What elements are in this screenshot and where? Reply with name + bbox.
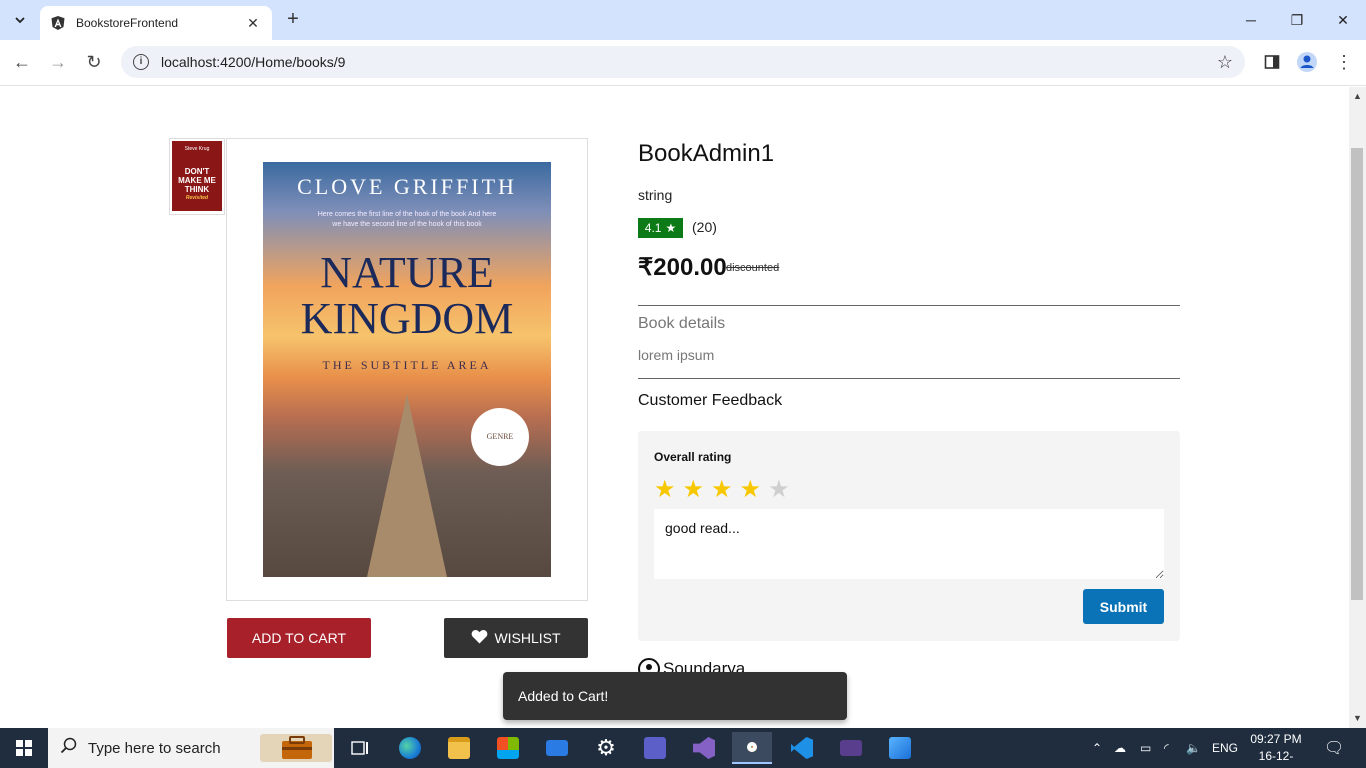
feedback-textarea[interactable]: good read... [654,509,1164,579]
language-indicator[interactable]: ENG [1212,728,1238,768]
cover-subtitle: THE SUBTITLE AREA [322,358,492,372]
new-tab-button[interactable]: + [282,8,304,30]
angular-favicon-icon [51,16,65,30]
rating-count: (20) [692,219,717,235]
rating-value: 4.1 [644,221,662,235]
scrollbar-thumb[interactable] [1351,148,1363,600]
address-bar[interactable]: i localhost:4200/Home/books/9 ☆ [121,46,1245,78]
main-image-frame: CLOVE GRIFFITH Here comes the first line… [226,138,588,601]
side-panel-icon[interactable] [1258,48,1286,76]
book-title: BookAdmin1 [638,140,775,167]
teams-icon[interactable] [635,732,675,764]
clock-time: 09:27 PM [1250,732,1302,746]
star-icon[interactable]: ★ [683,476,705,504]
profile-avatar-icon[interactable] [1293,48,1321,76]
wishlist-label: WISHLIST [494,630,561,646]
terminal-icon[interactable] [831,732,871,764]
cover-path-illustration [367,394,447,577]
scroll-up-icon[interactable]: ▲ [1353,91,1362,101]
cover-title: NATURE KINGDOM [300,248,514,343]
chrome-icon[interactable] [732,732,772,764]
star-icon[interactable]: ★ [740,476,762,504]
discounted-price: discounted [726,262,780,274]
snackbar-toast: Added to Cart! [503,672,847,720]
microsoft-store-icon[interactable] [488,732,528,764]
book-details-heading: Book details [638,315,726,332]
submit-button[interactable]: Submit [1083,589,1164,624]
tab-search-dropdown-icon[interactable] [8,8,32,32]
rating-stars-input[interactable]: ★ ★ ★ ★ ★ [654,476,790,504]
star-icon[interactable]: ★ [711,476,733,504]
onedrive-icon[interactable]: ☁ [1114,728,1126,768]
file-explorer-icon[interactable] [439,732,479,764]
windows-logo-icon [16,740,32,756]
book-cover-image: CLOVE GRIFFITH Here comes the first line… [263,162,551,577]
rating-star-icon: ★ [665,221,677,235]
book-thumbnail[interactable]: Steve Krug DON'T MAKE ME THINK Revisited [169,138,225,215]
thumbnail-cover-image: Steve Krug DON'T MAKE ME THINK Revisited [172,141,222,211]
volume-icon[interactable]: 🔈 [1186,728,1201,768]
clock[interactable]: 09:27 PM 16-12-2023 [1246,731,1306,768]
thumbnail-author: Steve Krug [184,146,210,152]
visual-studio-icon[interactable] [684,732,724,764]
notifications-icon[interactable]: 🗨 [1324,728,1344,768]
reload-icon[interactable]: ↻ [80,48,108,76]
book-author: string [638,187,673,203]
photos-icon[interactable] [880,732,920,764]
book-details-text: lorem ipsum [638,347,715,363]
minimize-icon[interactable]: ─ [1228,0,1274,40]
url-text[interactable]: localhost:4200/Home/books/9 [161,54,1217,70]
thumbnail-title: DON'T MAKE ME THINK [178,167,216,194]
bookmark-star-icon[interactable]: ☆ [1217,52,1233,73]
clock-date: 16-12-2023 [1258,749,1294,768]
tray-chevron-icon[interactable]: ⌃ [1092,728,1102,768]
tab-active[interactable]: BookstoreFrontend ✕ [40,6,272,40]
browser-menu-icon[interactable]: ⋮ [1330,48,1358,76]
book-price: ₹200.00 [638,254,727,281]
star-icon[interactable]: ★ [768,476,790,504]
thumbnail-edition: Revisited [185,195,209,201]
section-divider [638,305,1180,306]
battery-icon[interactable]: ▭ [1140,728,1151,768]
settings-gear-icon[interactable]: ⚙ [586,732,626,764]
tab-close-icon[interactable]: ✕ [244,15,262,32]
search-placeholder: Type here to search [88,739,221,757]
star-icon[interactable]: ★ [654,476,676,504]
feedback-form: Overall rating ★ ★ ★ ★ ★ good read... Submit [638,431,1180,641]
browser-tabstrip: BookstoreFrontend ✕ + ─ ❐ ✕ [0,0,1366,40]
tab-title: BookstoreFrontend [76,16,179,30]
task-view-icon[interactable] [340,732,380,764]
forward-icon[interactable]: → [44,48,72,76]
cover-tagline: Here comes the first line of the hook of… [317,211,497,228]
restore-icon[interactable]: ❐ [1274,0,1320,40]
page-scrollbar[interactable]: ▲ ▼ [1349,87,1366,728]
taskbar-search[interactable]: Type here to search [48,728,334,768]
windows-taskbar: Type here to search ⚙ ⌃ ☁ ▭ ◜ 🔈 ENG 09:2… [0,728,1366,768]
wishlist-button[interactable]: WISHLIST [444,618,588,658]
search-icon [60,737,78,760]
start-button[interactable] [0,728,48,768]
cover-genre-badge: GENRE [471,408,529,466]
close-window-icon[interactable]: ✕ [1320,0,1366,40]
add-to-cart-button[interactable]: ADD TO CART [227,618,371,658]
wifi-icon[interactable]: ◜ [1164,728,1169,768]
vscode-icon[interactable] [782,732,822,764]
section-divider [638,378,1180,379]
scroll-down-icon[interactable]: ▼ [1353,713,1362,723]
rating-badge: 4.1 ★ [638,218,683,238]
cover-author: CLOVE GRIFFITH [297,174,517,199]
customer-feedback-heading: Customer Feedback [638,392,783,409]
search-highlight-image [260,734,332,762]
site-info-icon[interactable]: i [133,54,149,70]
back-icon[interactable]: ← [8,48,36,76]
heart-icon [471,629,488,647]
mail-icon[interactable] [537,732,577,764]
edge-icon[interactable] [390,732,430,764]
browser-toolbar: ← → ↻ i localhost:4200/Home/books/9 ☆ ⋮ [0,40,1366,86]
overall-rating-label: Overall rating [654,450,732,464]
